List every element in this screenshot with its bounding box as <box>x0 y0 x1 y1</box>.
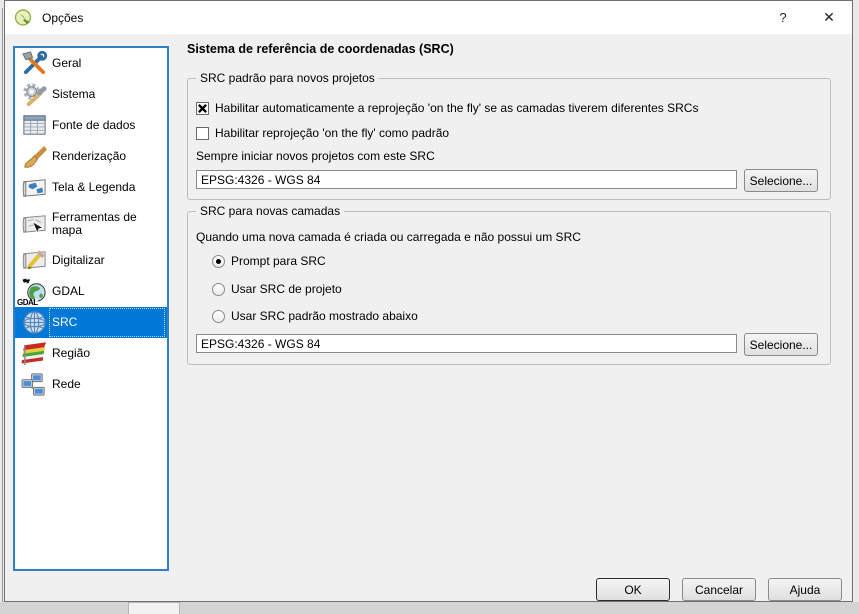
background-window-fragment <box>128 602 180 614</box>
sidebar-item-fonte-de-dados[interactable]: Fonte de dados <box>15 110 167 141</box>
select-crs-button-layers[interactable]: Selecione... <box>744 333 818 356</box>
sidebar-item-label: Renderização <box>52 150 126 163</box>
help-titlebar-button[interactable]: ? <box>760 1 806 34</box>
checkbox-otf-auto[interactable] <box>196 102 209 115</box>
groupbox-title: SRC para novas camadas <box>196 204 344 218</box>
sidebar-item-label: Sistema <box>52 88 95 101</box>
gdal-globe-icon: GDAL <box>19 278 49 306</box>
qgis-logo-icon <box>14 8 33 27</box>
sidebar-item-digitalizar[interactable]: Digitalizar <box>15 245 167 276</box>
titlebar[interactable]: Opções ? ✕ <box>5 1 852 34</box>
sidebar-item-label: Tela & Legenda <box>52 181 135 194</box>
radio-use-project-crs[interactable] <box>212 283 225 296</box>
digitize-icon <box>19 247 49 275</box>
sidebar-item-label: Rede <box>52 378 81 391</box>
sidebar-item-geral[interactable]: Geral <box>15 48 167 79</box>
radio-prompt-for-crs[interactable] <box>212 255 225 268</box>
radio-row-default-crs[interactable]: Usar SRC padrão mostrado abaixo <box>212 309 418 323</box>
network-icon <box>19 371 49 399</box>
window-title: Opções <box>42 11 83 25</box>
checkbox-label: Habilitar automaticamente a reprojeção '… <box>215 101 698 115</box>
checkbox-label: Habilitar reprojeção 'on the fly' como p… <box>215 126 449 140</box>
system-icon <box>19 81 49 109</box>
map-canvas-icon <box>19 174 49 202</box>
help-button[interactable]: Ajuda <box>768 578 842 601</box>
groupbox-title: SRC padrão para novos projetos <box>196 71 379 85</box>
crs-globe-icon <box>19 309 49 337</box>
sidebar-item-label: Geral <box>52 57 81 70</box>
cancel-button[interactable]: Cancelar <box>682 578 756 601</box>
group-crs-for-new-layers: SRC para novas camadas Quando uma nova c… <box>187 211 831 365</box>
start-projects-label: Sempre iniciar novos projetos com este S… <box>196 149 435 163</box>
sidebar-item-ferramentas-de-mapa[interactable]: Ferramentas de mapa <box>15 203 167 245</box>
radio-label: Usar SRC de projeto <box>231 282 342 296</box>
checkbox-row-otf-auto[interactable]: Habilitar automaticamente a reprojeção '… <box>196 101 698 115</box>
sidebar-item-label: Ferramentas de mapa <box>52 211 162 237</box>
paintbrush-icon <box>19 143 49 171</box>
options-dialog: Opções ? ✕ Geral <box>4 0 853 602</box>
tools-icon <box>19 50 49 78</box>
close-button[interactable]: ✕ <box>806 1 852 34</box>
map-tools-icon <box>19 210 49 238</box>
new-layer-crs-input[interactable] <box>196 334 737 353</box>
select-crs-button-projects[interactable]: Selecione... <box>744 169 818 192</box>
page-title: Sistema de referência de coordenadas (SR… <box>187 42 454 56</box>
radio-label: Usar SRC padrão mostrado abaixo <box>231 309 418 323</box>
options-sidebar: Geral Sistema <box>13 46 169 571</box>
sidebar-item-label: Fonte de dados <box>52 119 135 132</box>
locale-flags-icon <box>19 340 49 368</box>
checkmark-x-icon <box>197 103 208 114</box>
sidebar-item-gdal[interactable]: GDAL GDAL <box>15 276 167 307</box>
group-default-crs-for-new-projects: SRC padrão para novos projetos Habilitar… <box>187 78 831 200</box>
radio-row-prompt[interactable]: Prompt para SRC <box>212 254 326 268</box>
ok-button[interactable]: OK <box>596 578 670 601</box>
data-table-icon <box>19 112 49 140</box>
radio-label: Prompt para SRC <box>231 254 326 268</box>
sidebar-item-sistema[interactable]: Sistema <box>15 79 167 110</box>
gdal-icon-text: GDAL <box>17 299 38 307</box>
checkbox-row-otf-default[interactable]: Habilitar reprojeção 'on the fly' como p… <box>196 126 449 140</box>
new-layer-description: Quando uma nova camada é criada ou carre… <box>196 230 581 244</box>
sidebar-item-tela-legenda[interactable]: Tela & Legenda <box>15 172 167 203</box>
checkbox-otf-default[interactable] <box>196 127 209 140</box>
sidebar-item-label: GDAL <box>52 285 85 298</box>
sidebar-item-label: Digitalizar <box>52 254 105 267</box>
radio-use-default-crs[interactable] <box>212 310 225 323</box>
default-crs-input[interactable] <box>196 170 737 189</box>
sidebar-item-label: Região <box>52 347 90 360</box>
sidebar-item-regiao[interactable]: Região <box>15 338 167 369</box>
sidebar-item-rede[interactable]: Rede <box>15 369 167 400</box>
sidebar-item-renderizacao[interactable]: Renderização <box>15 141 167 172</box>
radio-row-project-crs[interactable]: Usar SRC de projeto <box>212 282 342 296</box>
sidebar-item-src[interactable]: SRC <box>15 307 167 338</box>
sidebar-item-label: SRC <box>52 316 77 329</box>
background-window-edge <box>2 8 3 604</box>
